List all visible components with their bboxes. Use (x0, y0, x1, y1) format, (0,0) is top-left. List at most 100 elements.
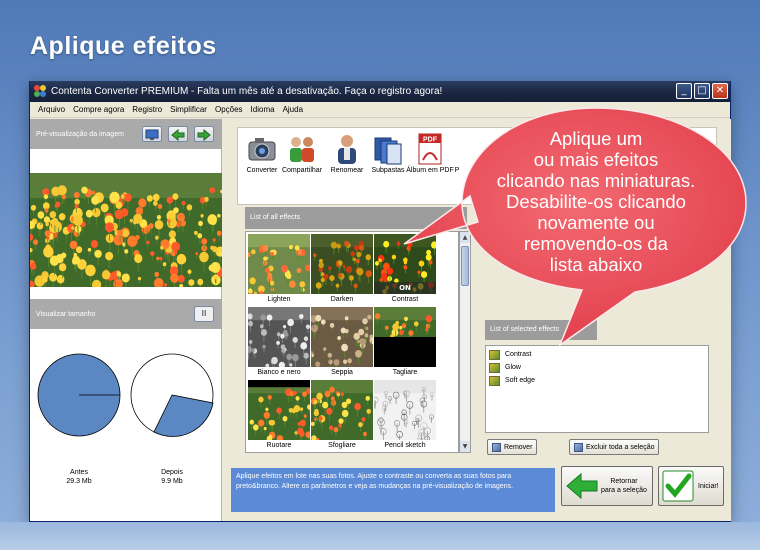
preview-image (30, 173, 222, 287)
effect-darken[interactable]: Darken (311, 234, 373, 306)
effect-label: Darken (330, 296, 354, 303)
remove-button[interactable]: Remover (487, 439, 538, 455)
effects-grid: Lighten Darken ON Contrast Bianco e nero… (245, 231, 459, 453)
checkmark-icon (662, 470, 694, 502)
effect-thumb (248, 380, 310, 440)
prev-image-button[interactable] (168, 126, 188, 142)
on-badge: ON (374, 282, 436, 294)
callout-line: ou mais efeitos (533, 149, 659, 170)
menu-bar: Arquivo Compre agora Registro Simplifica… (30, 102, 730, 118)
tool-converter[interactable]: Converter (240, 132, 284, 174)
people-icon (285, 132, 319, 166)
before-label: Antes (70, 469, 88, 476)
menu-arquivo[interactable]: Arquivo (34, 105, 69, 114)
pdf-icon: PDF (413, 132, 447, 166)
arrow-left-icon (171, 128, 185, 142)
size-pies: Antes 29.3 Mb Depois 9.9 Mb (30, 339, 222, 519)
effect-contrast[interactable]: ON Contrast (374, 234, 436, 306)
before-caption: Antes 29.3 Mb (44, 468, 114, 486)
view-icon-button[interactable] (142, 126, 162, 142)
callout-line: Desabilite-os clicando (506, 191, 686, 212)
remove-icon (492, 442, 501, 452)
effect-label: Pencil sketch (384, 442, 426, 449)
menu-simplificar[interactable]: Simplificar (166, 105, 211, 114)
selected-item[interactable]: Glow (486, 361, 708, 374)
effect-bianco-e-nero[interactable]: Bianco e nero (248, 307, 310, 379)
effect-sfogliare[interactable]: Sfogliare (311, 380, 373, 452)
info-box: Aplique efeitos em lote nas suas fotos. … (231, 468, 555, 512)
effect-thumb: ON (374, 234, 436, 294)
clear-icon (574, 442, 583, 452)
reflection-strip (0, 522, 760, 550)
preview-header-label: Pré-visualização da imagem (36, 130, 124, 138)
effect-label: Lighten (267, 296, 291, 303)
arrow-right-icon (197, 128, 211, 142)
tool-compartilhar[interactable]: Compartilhar (279, 132, 325, 174)
remove-label: Remover (504, 443, 533, 451)
effect-thumb (374, 380, 436, 440)
back-button[interactable]: Retornar para a seleção (561, 466, 653, 506)
menu-registro[interactable]: Registro (128, 105, 166, 114)
selected-header: List of selected effects (485, 320, 597, 340)
selected-item-label: Contrast (505, 351, 532, 358)
svg-text:PDF: PDF (423, 137, 438, 144)
effect-thumb (311, 234, 373, 294)
callout-line: novamente ou (537, 212, 655, 233)
tool-subpastas[interactable]: Subpastas (366, 132, 410, 174)
pause-button[interactable]: II (194, 306, 214, 322)
menu-ajuda[interactable]: Ajuda (279, 105, 307, 114)
effect-mini-icon (489, 375, 500, 386)
effect-label: Sfogliare (328, 442, 356, 449)
callout-text: Aplique um ou mais efeitos clicando nas … (462, 128, 730, 275)
scroll-down-icon[interactable]: ▼ (460, 441, 470, 452)
effect-tagliare[interactable]: Tagliare (374, 307, 436, 379)
menu-opcoes[interactable]: Opções (211, 105, 247, 114)
effect-lighten[interactable]: Lighten (248, 234, 310, 306)
tulip-photo (30, 173, 222, 287)
back-line2: para a seleção (601, 487, 647, 494)
tool-renomear[interactable]: Renomear (325, 132, 369, 174)
effect-mini-icon (489, 362, 500, 373)
tool-converter-label: Converter (246, 167, 278, 174)
effect-seppia[interactable]: Seppia (311, 307, 373, 379)
selected-item-label: Soft edge (505, 377, 535, 384)
monitor-icon (145, 129, 159, 140)
effect-thumb (311, 307, 373, 367)
menu-idioma[interactable]: Idioma (247, 105, 279, 114)
next-image-button[interactable] (194, 126, 214, 142)
close-button[interactable]: ✕ (712, 83, 728, 99)
menu-compre-agora[interactable]: Compre agora (69, 105, 128, 114)
start-button[interactable]: Iniciar! (658, 466, 724, 506)
slide-title: Aplique efeitos (30, 32, 217, 60)
effect-thumb (311, 380, 373, 440)
minimize-button[interactable]: _ (676, 83, 692, 99)
effect-label: Seppia (331, 369, 353, 376)
selected-item-label: Glow (505, 364, 521, 371)
clear-selection-button[interactable]: Excluir toda a seleção (569, 439, 660, 455)
folders-icon (371, 132, 405, 166)
maximize-button[interactable]: □ (694, 83, 710, 99)
effect-pencil-sketch[interactable]: Pencil sketch (374, 380, 436, 452)
clear-label: Excluir toda a seleção (586, 443, 655, 451)
effect-label: Bianco e nero (257, 369, 301, 376)
effect-label: Tagliare (392, 369, 418, 376)
window-titlebar: Contenta Converter PREMIUM - Falta um mê… (30, 81, 730, 102)
back-line1: Retornar (610, 478, 638, 485)
effect-label: Ruotare (266, 442, 292, 449)
effect-thumb (248, 307, 310, 367)
selected-item[interactable]: Contrast (486, 348, 708, 361)
tool-album-pdf[interactable]: PDF Álbum em PDF (406, 132, 454, 174)
tool-album-pdf-label: Álbum em PDF (406, 167, 454, 174)
effect-ruotare[interactable]: Ruotare (248, 380, 310, 452)
camera-icon (245, 132, 279, 166)
tool-subpastas-label: Subpastas (371, 167, 405, 174)
effect-thumb (248, 234, 310, 294)
person-icon (330, 132, 364, 166)
left-pane: Pré-visualização da imagem Visualizar ta… (30, 119, 222, 521)
selected-item[interactable]: Soft edge (486, 374, 708, 387)
size-header-label: Visualizar tamanho (36, 310, 96, 318)
tool-compartilhar-label: Compartilhar (281, 167, 323, 174)
window-title: Contenta Converter PREMIUM - Falta um mê… (51, 86, 443, 97)
app-logo-icon (34, 85, 47, 98)
after-label: Depois (161, 469, 183, 476)
